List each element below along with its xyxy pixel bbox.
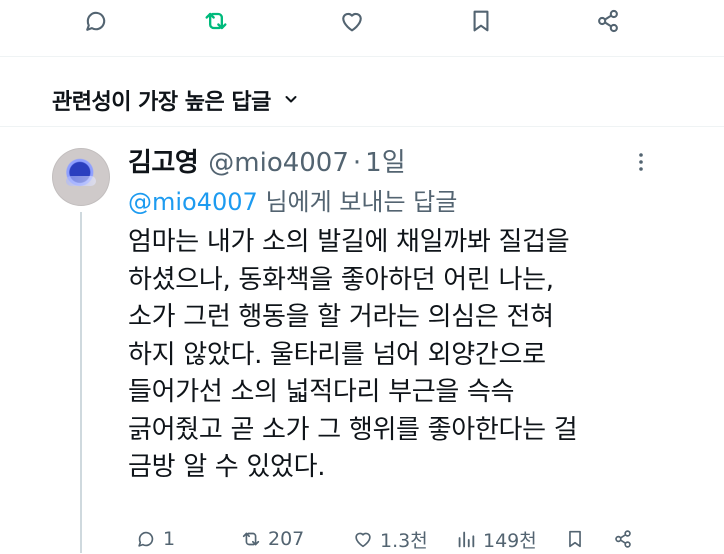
divider	[0, 56, 724, 57]
bookmark-icon	[473, 10, 489, 32]
reply-icon	[138, 531, 154, 547]
more-icon	[639, 153, 643, 171]
replying-to-text: 님에게 보내는 답글	[257, 188, 458, 216]
bookmark-button[interactable]	[464, 4, 498, 38]
separator-dot: ·	[352, 148, 362, 178]
bookmark-button[interactable]	[564, 524, 586, 554]
like-button[interactable]	[335, 4, 369, 38]
share-button[interactable]	[612, 524, 634, 554]
share-icon	[615, 530, 631, 548]
reply-count: 1	[163, 528, 176, 550]
author-handle[interactable]: @mio4007	[208, 148, 349, 178]
repost-icon	[205, 12, 227, 30]
avatar[interactable]	[52, 148, 110, 206]
reply-sort-selector[interactable]: 관련성이 가장 높은 답글	[52, 80, 299, 120]
more-options-button[interactable]	[630, 150, 652, 174]
reply-text: 엄마는 내가 소의 발길에 채일까봐 질겁을 하셨으나, 동화책을 좋아하던 어…	[128, 227, 578, 482]
thread-line	[80, 212, 82, 553]
reply-button[interactable]	[79, 4, 113, 38]
chevron-down-icon	[283, 88, 299, 113]
reply-count-button[interactable]: 1	[135, 524, 175, 554]
like-count: 1.3천	[380, 529, 428, 552]
post-action-bar	[0, 0, 724, 50]
reply-icon	[86, 11, 106, 31]
replying-to-mention[interactable]: @mio4007	[128, 188, 258, 216]
views-icon	[458, 531, 475, 548]
heart-icon	[342, 12, 362, 32]
repost-count: 207	[268, 528, 305, 550]
views-count-button[interactable]: 149천	[455, 524, 537, 554]
repost-icon	[242, 532, 260, 546]
sort-label: 관련성이 가장 높은 답글	[52, 90, 271, 115]
divider	[0, 126, 724, 127]
bookmark-icon	[569, 530, 581, 548]
repost-button[interactable]	[199, 4, 233, 38]
share-icon	[598, 9, 618, 33]
heart-icon	[355, 532, 371, 548]
replying-to: @mio4007 님에게 보내는 답글	[128, 182, 457, 217]
repost-count-button[interactable]: 207	[240, 524, 304, 554]
views-count: 149천	[483, 529, 537, 552]
share-button[interactable]	[591, 4, 625, 38]
like-count-button[interactable]: 1.3천	[352, 524, 428, 554]
reply-header: 김고영 @mio4007 · 1일	[128, 142, 406, 179]
author-name[interactable]: 김고영	[128, 142, 199, 179]
timestamp[interactable]: 1일	[365, 142, 405, 179]
